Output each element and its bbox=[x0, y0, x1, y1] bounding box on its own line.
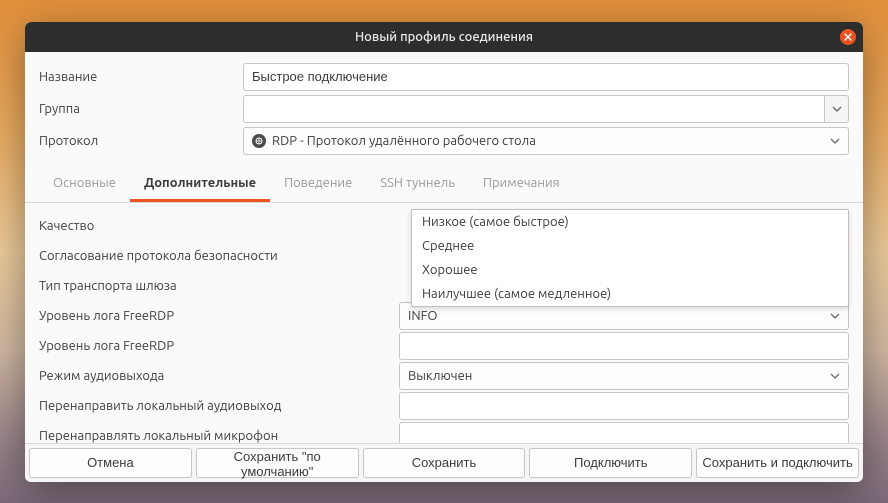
close-icon bbox=[844, 33, 852, 41]
tab-basic[interactable]: Основные bbox=[39, 168, 130, 202]
footer-buttons: Отмена Сохранить "по умолчанию" Сохранит… bbox=[25, 443, 863, 482]
chevron-down-icon bbox=[830, 136, 840, 146]
gateway-transport-label: Тип транспорта шлюза bbox=[39, 279, 399, 293]
tab-behavior[interactable]: Поведение bbox=[270, 168, 366, 202]
security-label: Согласование протокола безопасности bbox=[39, 249, 399, 263]
quality-label: Качество bbox=[39, 219, 399, 233]
tab-ssh-tunnel[interactable]: SSH туннель bbox=[366, 168, 469, 202]
tab-advanced[interactable]: Дополнительные bbox=[130, 168, 270, 202]
quality-option-low[interactable]: Низкое (самое быстрое) bbox=[412, 210, 848, 234]
dialog-window: Новый профиль соединения Название Группа bbox=[25, 22, 863, 482]
quality-option-best[interactable]: Наилучшее (самое медленное) bbox=[412, 282, 848, 306]
titlebar: Новый профиль соединения bbox=[25, 22, 863, 52]
name-input[interactable] bbox=[243, 63, 849, 91]
quality-option-medium[interactable]: Среднее bbox=[412, 234, 848, 258]
name-label: Название bbox=[39, 70, 243, 84]
group-label: Группа bbox=[39, 102, 243, 116]
save-default-button[interactable]: Сохранить "по умолчанию" bbox=[196, 448, 359, 478]
group-dropdown-button[interactable] bbox=[824, 95, 849, 123]
quality-dropdown-list[interactable]: Низкое (самое быстрое) Среднее Хорошее Н… bbox=[411, 209, 849, 307]
protocol-select[interactable]: RDP - Протокол удалённого рабочего стола bbox=[243, 127, 849, 155]
advanced-panel: Низкое (самое быстрое) Среднее Хорошее Н… bbox=[25, 203, 863, 443]
redirect-mic-label: Перенаправлять локальный микрофон bbox=[39, 429, 399, 443]
freerdp-log-label-2: Уровень лога FreeRDP bbox=[39, 339, 399, 353]
window-title: Новый профиль соединения bbox=[355, 30, 533, 44]
freerdp-log-input-2[interactable] bbox=[399, 332, 849, 360]
header-form: Название Группа Протокол bbox=[25, 52, 863, 166]
audio-mode-label: Режим аудиовыхода bbox=[39, 369, 399, 383]
save-button[interactable]: Сохранить bbox=[363, 448, 526, 478]
group-input[interactable] bbox=[243, 95, 824, 123]
redirect-mic-input[interactable] bbox=[399, 422, 849, 443]
freerdp-log-value: INFO bbox=[408, 309, 438, 323]
chevron-down-icon bbox=[830, 311, 840, 321]
close-button[interactable] bbox=[840, 29, 856, 45]
quality-option-good[interactable]: Хорошее bbox=[412, 258, 848, 282]
cancel-button[interactable]: Отмена bbox=[29, 448, 192, 478]
protocol-label: Протокол bbox=[39, 134, 243, 148]
tab-bar: Основные Дополнительные Поведение SSH ту… bbox=[25, 168, 863, 203]
redirect-audio-out-label: Перенаправить локальный аудиовыход bbox=[39, 399, 399, 413]
audio-mode-select[interactable]: Выключен bbox=[399, 362, 849, 390]
protocol-value: RDP - Протокол удалённого рабочего стола bbox=[272, 134, 536, 148]
connect-button[interactable]: Подключить bbox=[529, 448, 692, 478]
audio-mode-value: Выключен bbox=[408, 369, 472, 383]
save-and-connect-button[interactable]: Сохранить и подключить bbox=[696, 448, 859, 478]
tab-notes[interactable]: Примечания bbox=[469, 168, 574, 202]
rdp-icon bbox=[252, 134, 266, 148]
redirect-audio-out-input[interactable] bbox=[399, 392, 849, 420]
chevron-down-icon bbox=[832, 104, 842, 114]
chevron-down-icon bbox=[830, 371, 840, 381]
freerdp-log-label: Уровень лога FreeRDP bbox=[39, 309, 399, 323]
